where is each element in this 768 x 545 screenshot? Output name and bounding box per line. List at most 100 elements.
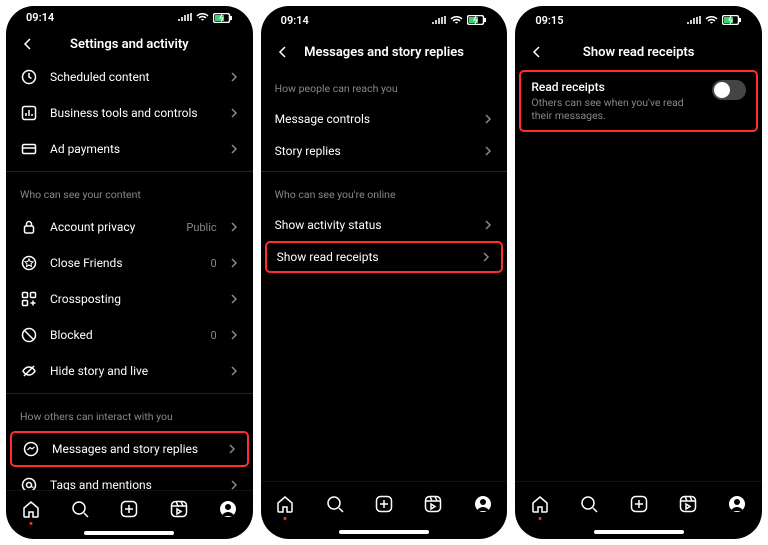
blocked-icon	[20, 326, 38, 344]
tab-home[interactable]	[19, 497, 43, 521]
row-crossposting[interactable]: Crossposting	[6, 281, 253, 317]
tab-home[interactable]	[528, 492, 552, 516]
chevron-right-icon	[483, 146, 493, 156]
header-title: Settings and activity	[6, 37, 253, 52]
tab-profile[interactable]	[471, 492, 495, 516]
toggle-description: Others can see when you've read their me…	[531, 96, 702, 122]
wifi-icon	[450, 16, 463, 25]
tab-create[interactable]	[627, 492, 651, 516]
row-story-replies[interactable]: Story replies	[261, 135, 508, 167]
chevron-right-icon	[229, 144, 239, 154]
screen-read-receipts: 09:15 Show read receipts Read receipts O…	[515, 6, 762, 539]
tab-create[interactable]	[372, 492, 396, 516]
chevron-right-icon	[229, 258, 239, 268]
row-scheduled-content[interactable]: Scheduled content	[6, 59, 253, 95]
back-button[interactable]	[273, 42, 293, 62]
section-header: How people can reach you	[261, 70, 508, 103]
row-label: Crossposting	[50, 292, 217, 306]
header: Messages and story replies	[261, 34, 508, 70]
wifi-icon	[705, 16, 718, 25]
status-bar: 09:14	[6, 6, 253, 29]
toggle-read-receipts[interactable]: Read receipts Others can see when you've…	[519, 70, 758, 132]
battery-icon	[213, 13, 233, 23]
chevron-right-icon	[483, 114, 493, 124]
row-label: Show read receipts	[277, 250, 470, 264]
tab-create[interactable]	[117, 497, 141, 521]
status-indicators	[687, 15, 742, 25]
status-indicators	[178, 13, 233, 23]
chart-icon	[20, 104, 38, 122]
back-button[interactable]	[18, 34, 38, 54]
card-icon	[20, 140, 38, 158]
row-label: Close Friends	[50, 256, 198, 270]
row-label: Business tools and controls	[50, 106, 217, 120]
tab-home[interactable]	[273, 492, 297, 516]
row-close-friends[interactable]: Close Friends 0	[6, 245, 253, 281]
row-label: Tags and mentions	[50, 478, 217, 490]
row-label: Message controls	[275, 112, 472, 126]
row-label: Scheduled content	[50, 70, 217, 84]
row-tags-mentions[interactable]: Tags and mentions	[6, 467, 253, 490]
row-value: 0	[210, 329, 216, 342]
row-business-tools[interactable]: Business tools and controls	[6, 95, 253, 131]
tab-search[interactable]	[68, 497, 92, 521]
home-indicator	[261, 525, 508, 539]
row-messages-story-replies[interactable]: Messages and story replies	[10, 431, 249, 467]
signal-icon	[178, 13, 192, 22]
row-blocked[interactable]: Blocked 0	[6, 317, 253, 353]
row-activity-status[interactable]: Show activity status	[261, 209, 508, 241]
header-title: Show read receipts	[515, 45, 762, 60]
tab-profile[interactable]	[216, 497, 240, 521]
screen-messages-replies: 09:14 Messages and story replies How peo…	[261, 6, 508, 539]
tab-reels[interactable]	[676, 492, 700, 516]
messages-list: How people can reach you Message control…	[261, 70, 508, 481]
clock-icon	[20, 68, 38, 86]
section-header: How others can interact with you	[6, 398, 253, 431]
status-time: 09:14	[26, 11, 54, 24]
divider	[261, 171, 508, 172]
lock-icon	[20, 218, 38, 236]
wifi-icon	[196, 13, 209, 22]
status-time: 09:14	[281, 14, 309, 27]
chevron-right-icon	[483, 220, 493, 230]
row-value: Public	[186, 221, 216, 234]
row-account-privacy[interactable]: Account privacy Public	[6, 209, 253, 245]
settings-list: Scheduled content Business tools and con…	[6, 59, 253, 490]
tab-search[interactable]	[577, 492, 601, 516]
chevron-right-icon	[229, 294, 239, 304]
row-label: Ad payments	[50, 142, 217, 156]
tab-profile[interactable]	[725, 492, 749, 516]
chevron-right-icon	[229, 480, 239, 490]
status-bar: 09:15	[515, 6, 762, 34]
hide-icon	[20, 362, 38, 380]
notification-dot	[29, 522, 32, 525]
back-button[interactable]	[527, 42, 547, 62]
battery-icon	[722, 15, 742, 25]
tab-reels[interactable]	[421, 492, 445, 516]
section-header: Who can see you're online	[261, 176, 508, 209]
star-icon	[20, 254, 38, 272]
chevron-left-icon	[530, 45, 544, 59]
chevron-right-icon	[481, 252, 491, 262]
section-header: Who can see your content	[6, 176, 253, 209]
header-title: Messages and story replies	[261, 45, 508, 60]
tab-search[interactable]	[323, 492, 347, 516]
toggle-switch[interactable]	[712, 80, 746, 100]
at-icon	[20, 476, 38, 490]
messenger-icon	[22, 440, 40, 458]
chevron-right-icon	[229, 222, 239, 232]
chevron-left-icon	[21, 37, 35, 51]
row-hide-story[interactable]: Hide story and live	[6, 353, 253, 389]
row-label: Account privacy	[50, 220, 174, 234]
divider	[6, 171, 253, 172]
row-read-receipts[interactable]: Show read receipts	[265, 241, 504, 273]
row-ad-payments[interactable]: Ad payments	[6, 131, 253, 167]
tab-bar	[261, 481, 508, 525]
row-message-controls[interactable]: Message controls	[261, 103, 508, 135]
row-label: Show activity status	[275, 218, 472, 232]
status-indicators	[432, 15, 487, 25]
chevron-right-icon	[229, 330, 239, 340]
header: Show read receipts	[515, 34, 762, 70]
chevron-left-icon	[276, 45, 290, 59]
tab-reels[interactable]	[167, 497, 191, 521]
